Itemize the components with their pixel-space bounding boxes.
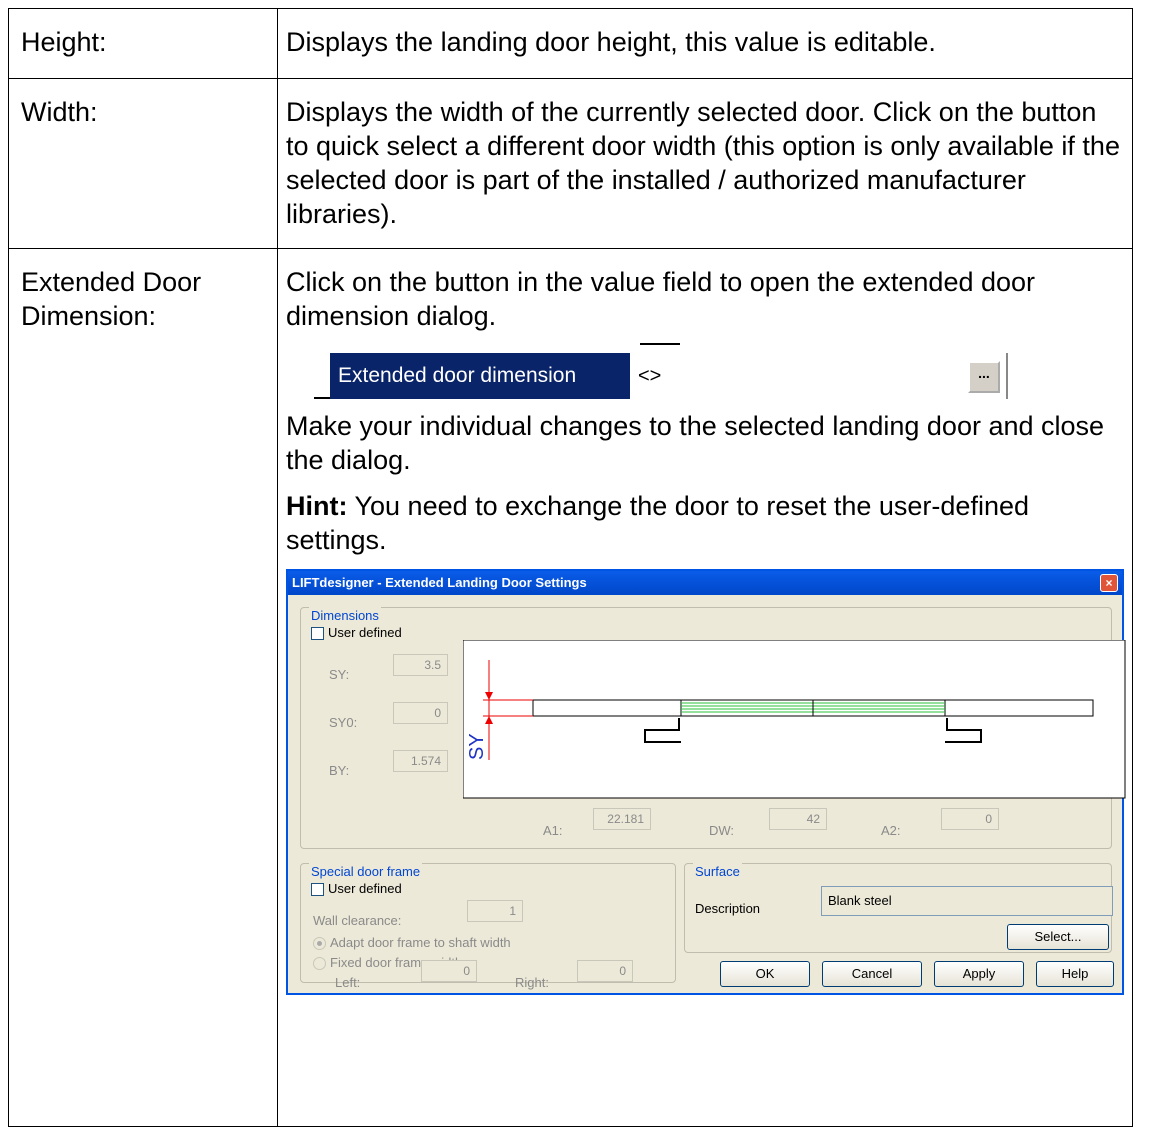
- hint-text: Hint: You need to exchange the door to r…: [286, 489, 1124, 557]
- help-button[interactable]: Help: [1036, 961, 1114, 987]
- description-field[interactable]: Blank steel: [821, 886, 1113, 916]
- right-label: Right:: [515, 975, 549, 990]
- apply-button[interactable]: Apply: [934, 961, 1024, 987]
- by-field[interactable]: 1.574: [393, 750, 448, 772]
- dimensions-user-defined-checkbox[interactable]: User defined: [311, 616, 402, 650]
- term-extended-door-dimension: Extended Door Dimension:: [8, 248, 278, 1127]
- surface-group-title: Surface: [693, 855, 742, 889]
- intro-text: Click on the button in the value field t…: [286, 267, 1036, 331]
- sy-dimension-label: SY: [466, 733, 488, 760]
- select-button[interactable]: Select...: [1007, 924, 1109, 950]
- extended-landing-door-dialog: LIFTdesigner - Extended Landing Door Set…: [286, 569, 1126, 995]
- dialog-title: LIFTdesigner - Extended Landing Door Set…: [292, 575, 587, 590]
- right-field[interactable]: 0: [577, 960, 633, 982]
- special-door-frame-group: Special door frame User defined Wall cle…: [300, 855, 676, 990]
- sy-field[interactable]: 3.5: [393, 654, 448, 676]
- hint-label: Hint:: [286, 491, 348, 521]
- checkbox-box[interactable]: [311, 882, 324, 896]
- a1-label: A1:: [543, 823, 563, 838]
- ellipsis-button[interactable]: ...: [968, 361, 1000, 393]
- sy0-label: SY0:: [329, 715, 358, 730]
- sketch-frame: [463, 640, 1126, 799]
- a2-field[interactable]: 0: [941, 808, 999, 830]
- after-text: Make your individual changes to the sele…: [286, 411, 1105, 475]
- close-icon[interactable]: ×: [1100, 574, 1118, 592]
- dw-field[interactable]: 42: [769, 808, 827, 830]
- a1-field[interactable]: 22.181: [593, 808, 651, 830]
- desc-extended-door-dimension: Click on the button in the value field t…: [277, 248, 1133, 1127]
- definition-table: Height: Displays the landing door height…: [8, 8, 1133, 1127]
- table-row: Extended Door Dimension: Click on the bu…: [8, 248, 1133, 1127]
- checkbox-label: User defined: [328, 625, 402, 640]
- dialog-title-bar: LIFTdesigner - Extended Landing Door Set…: [288, 571, 1122, 595]
- a2-label: A2:: [881, 823, 901, 838]
- ok-button[interactable]: OK: [720, 961, 810, 987]
- term-width: Width:: [8, 78, 278, 249]
- desc-width: Displays the width of the currently sele…: [277, 78, 1133, 249]
- description-label: Description: [695, 901, 761, 916]
- desc-height: Displays the landing door height, this v…: [277, 8, 1133, 79]
- wall-clearance-field[interactable]: 1: [467, 900, 523, 922]
- left-wall: [532, 699, 682, 717]
- property-top-mark: [640, 343, 680, 345]
- property-value: <>: [630, 353, 1000, 399]
- door-sketch: SY: [463, 640, 1126, 799]
- checkbox-label: User defined: [328, 881, 402, 896]
- left-field[interactable]: 0: [421, 960, 477, 982]
- property-right-mark: [1006, 353, 1008, 399]
- table-row: Width: Displays the width of the current…: [8, 78, 1133, 249]
- by-label: BY:: [329, 763, 350, 778]
- hint-body: You need to exchange the door to reset t…: [286, 491, 1029, 555]
- cancel-button[interactable]: Cancel: [822, 961, 922, 987]
- right-wall: [944, 699, 1094, 717]
- property-left-mark: [314, 375, 330, 399]
- dw-label: DW:: [709, 823, 735, 838]
- property-label: Extended door dimension: [330, 353, 630, 399]
- sy0-field[interactable]: 0: [393, 702, 448, 724]
- sy-label: SY:: [329, 667, 350, 682]
- radio-circle[interactable]: [313, 956, 326, 970]
- term-height: Height:: [8, 8, 278, 79]
- left-label: Left:: [335, 975, 361, 990]
- table-row: Height: Displays the landing door height…: [8, 8, 1133, 79]
- checkbox-box[interactable]: [311, 626, 324, 640]
- dimensions-group: Dimensions User defined SY: 3.5 SY0: 0 B…: [300, 599, 1126, 849]
- frame-user-defined-checkbox[interactable]: User defined: [311, 872, 402, 906]
- property-row-screenshot: Extended door dimension <> ...: [314, 343, 1008, 399]
- surface-group: Surface Description Blank steel Select..…: [684, 855, 1113, 953]
